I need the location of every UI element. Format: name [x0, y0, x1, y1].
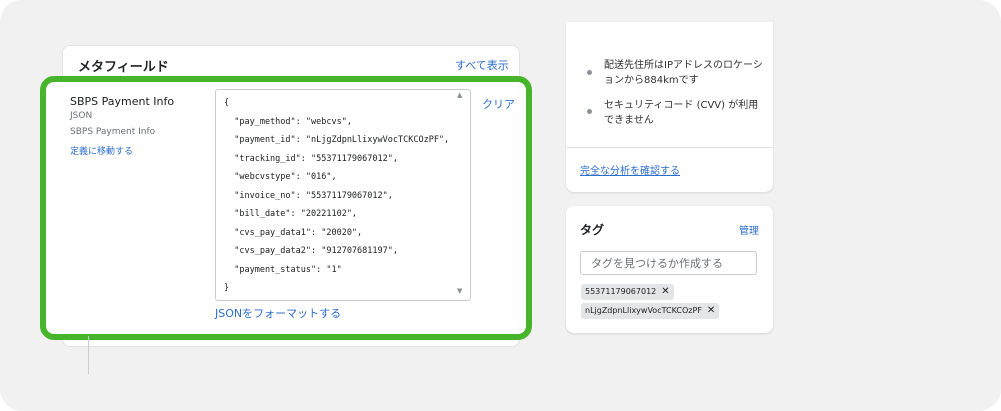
go-to-definition-link[interactable]: 定義に移動する: [70, 144, 133, 157]
timeline-line: [88, 336, 89, 374]
json-line: "tracking_id": "55371179067012",: [224, 153, 398, 164]
remove-tag-icon[interactable]: ✕: [707, 305, 715, 316]
json-line: {: [224, 98, 230, 108]
show-all-link[interactable]: すべて表示: [455, 57, 509, 73]
manage-tags-link[interactable]: 管理: [739, 222, 759, 237]
json-line: }: [224, 283, 230, 293]
tag-chip: nLjgZdpnLlixywVocTCKCOzPF ✕: [581, 303, 720, 319]
tag-chip: 55371179067012 ✕: [581, 284, 674, 300]
clear-button[interactable]: クリア: [482, 96, 515, 112]
metafield-name: SBPS Payment Info: [70, 95, 175, 108]
metafield-key: SBPS Payment Info: [70, 127, 156, 137]
json-textarea[interactable]: { "pay_method": "webcvs", "payment_id": …: [215, 89, 471, 301]
json-line: "bill_date": "20221102",: [224, 209, 358, 219]
format-json-link[interactable]: JSONをフォーマットする: [215, 305, 341, 321]
scroll-down-arrow-icon[interactable]: ▼: [457, 287, 462, 295]
risk-item: 配送先住所はIPアドレスのロケーションから884kmです: [604, 60, 763, 86]
json-line: "invoice_no": "55371179067012",: [224, 190, 393, 201]
bullet-icon: [587, 70, 592, 75]
remove-tag-icon[interactable]: ✕: [661, 286, 669, 297]
json-content: { "pay_method": "webcvs", "payment_id": …: [224, 94, 449, 298]
json-line: "webcvstype": "016",: [224, 172, 337, 182]
tag-search-input[interactable]: [580, 251, 757, 275]
tags-title: タグ: [580, 223, 605, 237]
full-analysis-link[interactable]: 完全な分析を確認する: [580, 162, 680, 177]
metafield-type: JSON: [70, 111, 93, 121]
metafields-title: メタフィールド: [78, 60, 169, 75]
tag-chip-label: 55371179067012: [585, 287, 657, 296]
json-line: "pay_method": "webcvs",: [224, 116, 352, 127]
risk-item: セキュリティコード (CVV) が利用できません: [604, 100, 759, 126]
json-line: "payment_status": "1": [224, 264, 342, 275]
scroll-up-arrow-icon[interactable]: ▲: [457, 91, 462, 99]
divider: [566, 147, 773, 148]
json-line: "payment_id": "nLjgZdpnLlixywVocTCKCOzPF…: [224, 135, 450, 145]
bullet-icon: [587, 109, 592, 114]
app-background: メタフィールド すべて表示 SBPS Payment Info JSON SBP…: [0, 0, 1001, 411]
json-line: "cvs_pay_data1": "20020",: [224, 227, 363, 238]
json-line: "cvs_pay_data2": "912707681197",: [224, 246, 398, 256]
tag-chip-label: nLjgZdpnLlixywVocTCKCOzPF: [585, 306, 702, 315]
